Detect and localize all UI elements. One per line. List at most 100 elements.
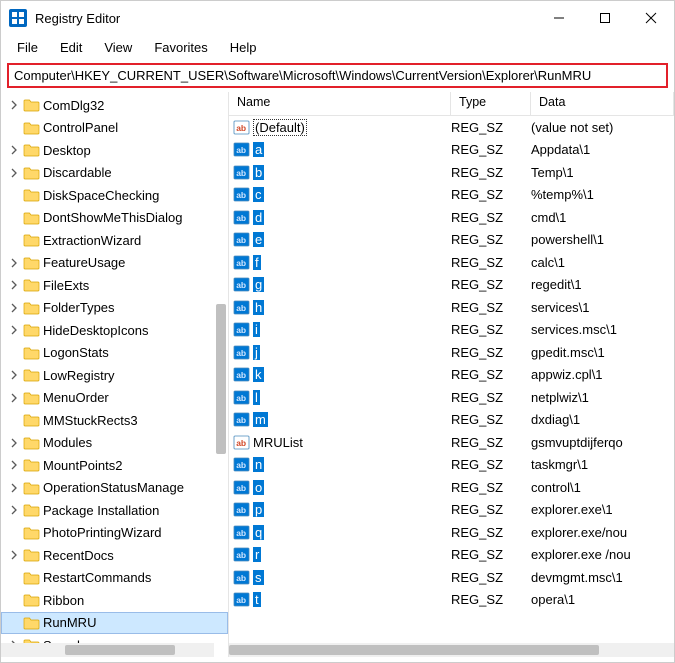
tree-node[interactable]: RunMRU	[1, 612, 228, 635]
tree-node[interactable]: Modules	[1, 432, 228, 455]
value-data: services.msc\1	[531, 322, 674, 337]
chevron-right-icon[interactable]	[7, 280, 21, 290]
svg-text:ab: ab	[236, 460, 246, 470]
tree-node-label: ComDlg32	[43, 98, 104, 113]
tree-vertical-scrollbar[interactable]	[214, 92, 228, 643]
tree-node[interactable]: RestartCommands	[1, 567, 228, 590]
titlebar[interactable]: Registry Editor	[1, 1, 674, 35]
chevron-right-icon[interactable]	[7, 303, 21, 313]
tree-node[interactable]: OperationStatusManage	[1, 477, 228, 500]
value-row[interactable]: abeREG_SZpowershell\1	[229, 229, 674, 252]
folder-icon	[22, 501, 40, 519]
value-data: explorer.exe\1	[531, 502, 674, 517]
tree-node[interactable]: ExtractionWizard	[1, 229, 228, 252]
tree-node[interactable]: MenuOrder	[1, 387, 228, 410]
tree-node[interactable]: FileExts	[1, 274, 228, 297]
value-row[interactable]: abfREG_SZcalc\1	[229, 251, 674, 274]
close-button[interactable]	[628, 1, 674, 35]
value-row[interactable]: abhREG_SZservices\1	[229, 296, 674, 319]
menu-help[interactable]: Help	[220, 37, 267, 58]
chevron-right-icon[interactable]	[7, 483, 21, 493]
list-header[interactable]: Name Type Data	[229, 92, 674, 116]
chevron-right-icon[interactable]	[7, 393, 21, 403]
tree-node[interactable]: RecentDocs	[1, 544, 228, 567]
chevron-right-icon[interactable]	[7, 370, 21, 380]
value-row[interactable]: abdREG_SZcmd\1	[229, 206, 674, 229]
chevron-right-icon[interactable]	[7, 438, 21, 448]
tree-node[interactable]: LogonStats	[1, 342, 228, 365]
value-row[interactable]: abgREG_SZregedit\1	[229, 274, 674, 297]
value-row[interactable]: abkREG_SZappwiz.cpl\1	[229, 364, 674, 387]
value-name: f	[253, 255, 261, 270]
column-data[interactable]: Data	[531, 92, 674, 115]
tree-node[interactable]: PhotoPrintingWizard	[1, 522, 228, 545]
list-horizontal-scrollbar[interactable]	[229, 643, 674, 657]
tree-node-label: PhotoPrintingWizard	[43, 525, 162, 540]
tree-node[interactable]: DontShowMeThisDialog	[1, 207, 228, 230]
menu-edit[interactable]: Edit	[50, 37, 92, 58]
maximize-button[interactable]	[582, 1, 628, 35]
app-icon	[9, 9, 27, 27]
column-type[interactable]: Type	[451, 92, 531, 115]
value-row[interactable]: abiREG_SZservices.msc\1	[229, 319, 674, 342]
value-row[interactable]: abrREG_SZexplorer.exe /nou	[229, 544, 674, 567]
tree-horizontal-scrollbar[interactable]	[1, 643, 214, 657]
value-row[interactable]: abaREG_SZAppdata\1	[229, 139, 674, 162]
chevron-right-icon[interactable]	[7, 100, 21, 110]
value-row[interactable]: abcREG_SZ%temp%\1	[229, 184, 674, 207]
address-bar[interactable]: Computer\HKEY_CURRENT_USER\Software\Micr…	[7, 63, 668, 88]
tree-node[interactable]: LowRegistry	[1, 364, 228, 387]
value-list[interactable]: Name Type Data ab(Default)REG_SZ(value n…	[229, 92, 674, 657]
value-row[interactable]: abtREG_SZopera\1	[229, 589, 674, 612]
folder-icon	[22, 479, 40, 497]
menu-file[interactable]: File	[7, 37, 48, 58]
value-row[interactable]: aboREG_SZcontrol\1	[229, 476, 674, 499]
value-row[interactable]: abbREG_SZTemp\1	[229, 161, 674, 184]
chevron-right-icon[interactable]	[7, 145, 21, 155]
value-data: (value not set)	[531, 120, 674, 135]
chevron-right-icon[interactable]	[7, 168, 21, 178]
chevron-right-icon[interactable]	[7, 325, 21, 335]
value-row[interactable]: ab(Default)REG_SZ(value not set)	[229, 116, 674, 139]
value-row[interactable]: abpREG_SZexplorer.exe\1	[229, 499, 674, 522]
tree-node[interactable]: HideDesktopIcons	[1, 319, 228, 342]
value-type: REG_SZ	[451, 300, 531, 315]
tree-node[interactable]: Discardable	[1, 162, 228, 185]
tree-node[interactable]: Ribbon	[1, 589, 228, 612]
value-row[interactable]: ablREG_SZnetplwiz\1	[229, 386, 674, 409]
value-row[interactable]: abqREG_SZexplorer.exe/nou	[229, 521, 674, 544]
menu-view[interactable]: View	[94, 37, 142, 58]
tree-node[interactable]: FeatureUsage	[1, 252, 228, 275]
value-row[interactable]: abnREG_SZtaskmgr\1	[229, 454, 674, 477]
tree-node[interactable]: ControlPanel	[1, 117, 228, 140]
value-row[interactable]: abjREG_SZgpedit.msc\1	[229, 341, 674, 364]
tree-node[interactable]: MMStuckRects3	[1, 409, 228, 432]
chevron-right-icon[interactable]	[7, 505, 21, 515]
tree-view[interactable]: ComDlg32 ControlPanelDesktopDiscardableDi…	[1, 92, 229, 657]
tree-node-label: ExtractionWizard	[43, 233, 141, 248]
value-row[interactable]: abmREG_SZdxdiag\1	[229, 409, 674, 432]
value-name: g	[253, 277, 264, 292]
minimize-button[interactable]	[536, 1, 582, 35]
value-name: b	[253, 165, 264, 180]
tree-node[interactable]: FolderTypes	[1, 297, 228, 320]
value-data: opera\1	[531, 592, 674, 607]
value-name: h	[253, 300, 264, 315]
menubar: File Edit View Favorites Help	[1, 35, 674, 60]
column-name[interactable]: Name	[229, 92, 451, 115]
tree-node[interactable]: ComDlg32	[1, 94, 228, 117]
chevron-right-icon[interactable]	[7, 550, 21, 560]
value-data: explorer.exe /nou	[531, 547, 674, 562]
folder-icon	[22, 254, 40, 272]
string-value-icon: ab	[233, 209, 250, 226]
chevron-right-icon[interactable]	[7, 460, 21, 470]
value-row[interactable]: absREG_SZdevmgmt.msc\1	[229, 566, 674, 589]
tree-node[interactable]: MountPoints2	[1, 454, 228, 477]
chevron-right-icon[interactable]	[7, 258, 21, 268]
tree-node[interactable]: Package Installation	[1, 499, 228, 522]
menu-favorites[interactable]: Favorites	[144, 37, 217, 58]
tree-node[interactable]: DiskSpaceChecking	[1, 184, 228, 207]
tree-node[interactable]: Desktop	[1, 139, 228, 162]
value-row[interactable]: abMRUListREG_SZgsmvuptdijferqo	[229, 431, 674, 454]
folder-icon	[22, 614, 40, 632]
